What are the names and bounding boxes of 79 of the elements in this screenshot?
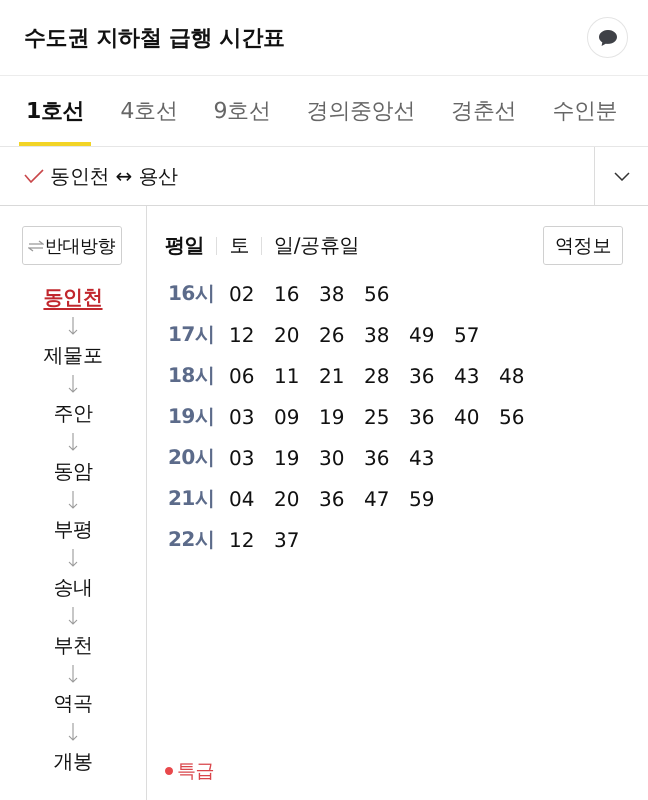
line-tab[interactable]: 9호선	[206, 76, 278, 146]
swap-arrows-icon	[28, 240, 44, 252]
departure-minute: 20	[274, 322, 300, 346]
departure-minute: 40	[454, 404, 480, 428]
line-tab[interactable]: 경의중앙선	[300, 76, 422, 146]
departure-minute: 09	[274, 404, 300, 428]
departure-minute: 28	[364, 364, 390, 388]
hour-label: 22시	[168, 526, 216, 553]
chevron-down-icon	[614, 172, 630, 180]
route-label: 동인천 ↔ 용산	[50, 162, 178, 190]
arrow-down-icon	[68, 723, 78, 741]
departure-minute: 57	[454, 322, 480, 346]
arrow-down-icon	[68, 433, 78, 451]
departure-minute: 21	[319, 364, 346, 388]
departure-minute: 04	[229, 486, 256, 510]
hour-label: 21시	[168, 485, 216, 512]
departure-minute: 03	[229, 404, 256, 428]
departure-minute: 36	[319, 486, 346, 510]
departure-minute: 56	[364, 282, 390, 306]
arrow-down-icon	[68, 491, 78, 509]
station-item[interactable]: 송내	[53, 573, 93, 601]
arrow-down-icon	[68, 665, 78, 683]
departure-minute: 12	[229, 322, 256, 346]
departure-minute: 03	[229, 446, 256, 470]
station-item[interactable]: 동암	[53, 457, 93, 485]
page-title: 수도권 지하철 급행 시간표	[24, 24, 285, 52]
arrow-down-icon	[68, 317, 78, 335]
departure-minute: 36	[409, 404, 436, 428]
departure-minute: 25	[364, 404, 390, 428]
departure-minute: 16	[274, 282, 300, 306]
station-item[interactable]: 역곡	[53, 689, 93, 717]
day-tab[interactable]: 일/공휴일	[274, 232, 360, 259]
departure-minute: 38	[364, 322, 390, 346]
departure-minute: 19	[274, 446, 300, 470]
chat-button[interactable]	[587, 17, 628, 58]
station-item[interactable]: 주안	[53, 399, 93, 427]
station-item[interactable]: 부평	[53, 515, 93, 543]
departure-minute: 36	[409, 364, 436, 388]
departure-minute: 12	[229, 528, 256, 552]
departure-minute: 30	[319, 446, 346, 470]
hour-label: 20시	[168, 444, 216, 471]
station-item[interactable]: 제물포	[43, 341, 103, 369]
legend-label: 특급	[177, 759, 214, 784]
hour-label: 18시	[168, 362, 216, 389]
station-item[interactable]: 동인천	[43, 283, 103, 311]
departure-minute: 38	[319, 282, 346, 306]
line-tab[interactable]: 4호선	[113, 76, 185, 146]
departure-minute: 43	[454, 364, 480, 388]
departure-minute: 36	[364, 446, 390, 470]
departure-minute: 37	[274, 528, 300, 552]
hour-label: 17시	[168, 321, 216, 348]
departure-minute: 19	[319, 404, 346, 428]
legend-dot-icon	[165, 767, 173, 775]
chat-bubble-icon	[598, 28, 618, 46]
departure-minute: 59	[409, 486, 436, 510]
arrow-down-icon	[68, 607, 78, 625]
departure-minute: 43	[409, 446, 436, 470]
arrow-down-icon	[68, 549, 78, 567]
hour-label: 19시	[168, 403, 216, 430]
check-icon	[24, 169, 44, 183]
departure-minute: 02	[229, 282, 256, 306]
departure-minute: 49	[409, 322, 436, 346]
departure-minute: 26	[319, 322, 346, 346]
line-tab[interactable]: 경춘선	[444, 76, 524, 146]
line-tab[interactable]: 수인분	[545, 76, 624, 146]
day-tab[interactable]: 평일	[165, 232, 204, 259]
departure-minute: 48	[499, 364, 526, 388]
station-info-button[interactable]: 역정보	[542, 226, 623, 265]
departure-minute: 47	[364, 486, 390, 510]
departure-minute: 20	[274, 486, 300, 510]
day-tab[interactable]: 토	[229, 232, 250, 259]
departure-minute: 06	[229, 364, 256, 388]
arrow-down-icon	[68, 375, 78, 393]
hour-label: 16시	[168, 280, 216, 307]
reverse-direction-button[interactable]: 반대방향	[22, 226, 122, 265]
station-item[interactable]: 개봉	[53, 747, 93, 775]
station-item[interactable]: 부천	[53, 631, 93, 659]
departure-minute: 56	[499, 404, 526, 428]
departure-minute: 11	[274, 364, 300, 388]
